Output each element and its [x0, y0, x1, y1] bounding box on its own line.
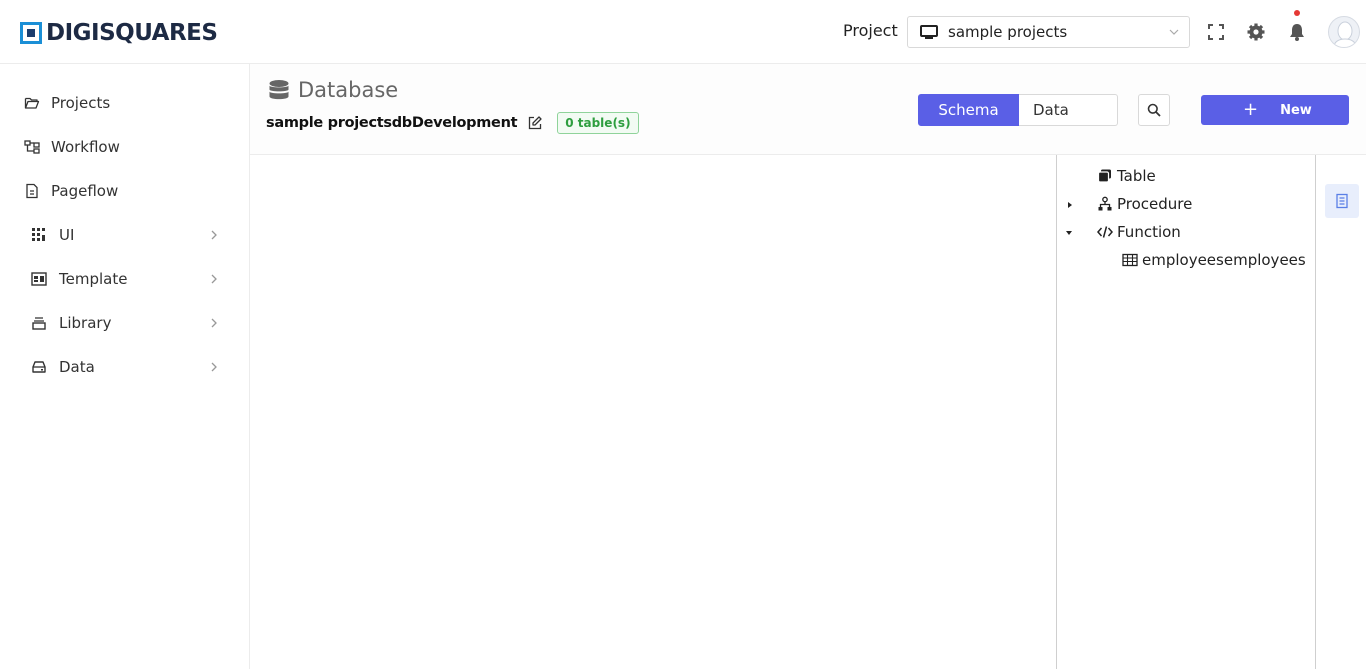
logo-mark-icon — [20, 22, 42, 44]
folder-open-icon — [24, 97, 40, 109]
document-list-icon — [1336, 193, 1348, 209]
tree-node-label: Table — [1117, 167, 1156, 185]
page-icon — [26, 183, 38, 199]
gear-icon[interactable] — [1246, 22, 1266, 42]
search-button[interactable] — [1138, 94, 1170, 126]
workflow-icon — [24, 140, 40, 154]
database-header: Database sample projectsdbDevelopment 0 … — [250, 64, 1366, 155]
caret-right-icon[interactable] — [1066, 201, 1074, 209]
page-title: Database — [268, 78, 398, 102]
top-header: DIGISQUARES Project sample projects — [0, 0, 1366, 64]
drive-icon — [32, 361, 46, 373]
notification-dot — [1294, 10, 1300, 16]
tree-node-table[interactable]: Table — [1097, 164, 1156, 188]
database-name: sample projectsdbDevelopment — [266, 115, 518, 131]
monitor-icon — [920, 25, 938, 39]
sidebar-item-label: Pageflow — [51, 182, 119, 200]
bell-icon[interactable] — [1287, 22, 1307, 42]
sidebar-item-workflow[interactable]: Workflow — [0, 129, 249, 165]
new-button[interactable]: + New — [1201, 95, 1349, 125]
sidebar-item-label: Template — [59, 270, 128, 288]
sidebar: Projects Workflow Pageflow UI Template L… — [0, 64, 250, 669]
user-silhouette-icon — [1332, 21, 1358, 47]
database-icon — [269, 80, 289, 100]
database-subtitle: sample projectsdbDevelopment 0 table(s) — [266, 112, 639, 134]
page-title-text: Database — [298, 78, 399, 102]
code-icon — [1097, 226, 1113, 238]
sitemap-icon — [1098, 196, 1112, 211]
tree-node-label: Function — [1117, 223, 1181, 241]
chevron-right-icon — [211, 274, 217, 284]
sidebar-item-label: UI — [59, 226, 75, 244]
edit-icon[interactable] — [527, 115, 543, 131]
search-icon — [1147, 103, 1161, 117]
chevron-down-icon — [1169, 29, 1179, 35]
caret-down-icon[interactable] — [1065, 229, 1073, 237]
chevron-right-icon — [211, 318, 217, 328]
tree-node-function[interactable]: Function — [1097, 220, 1181, 244]
view-toggle: Schema Data — [918, 94, 1118, 126]
new-button-label: New — [1280, 102, 1312, 118]
tree-node-procedure[interactable]: Procedure — [1097, 192, 1192, 216]
fullscreen-icon[interactable] — [1206, 22, 1226, 42]
chevron-right-icon — [211, 230, 217, 240]
template-icon — [31, 272, 47, 286]
library-icon — [32, 317, 46, 330]
plus-icon: + — [1243, 99, 1259, 120]
project-select[interactable]: sample projects — [907, 16, 1190, 48]
table-stack-icon — [1097, 169, 1111, 183]
sidebar-item-label: Data — [59, 358, 95, 376]
schema-tree-panel: Table Procedure Function employeesemploy… — [1056, 155, 1316, 669]
sidebar-item-data[interactable]: Data — [0, 349, 249, 385]
sidebar-item-pageflow[interactable]: Pageflow — [0, 173, 249, 209]
project-label: Project — [843, 21, 898, 40]
table-count-badge: 0 table(s) — [557, 112, 639, 134]
tab-data[interactable]: Data — [1019, 94, 1118, 126]
sidebar-item-library[interactable]: Library — [0, 305, 249, 341]
brand-logo[interactable]: DIGISQUARES — [20, 20, 218, 46]
chevron-right-icon — [211, 362, 217, 372]
project-select-value: sample projects — [948, 23, 1068, 41]
tree-node-employeesemployees[interactable]: employeesemployees — [1122, 248, 1306, 272]
properties-panel-toggle[interactable] — [1325, 184, 1359, 218]
table-grid-icon — [1122, 253, 1138, 267]
sidebar-item-label: Library — [59, 314, 112, 332]
avatar[interactable] — [1328, 16, 1360, 48]
tab-schema[interactable]: Schema — [918, 94, 1019, 126]
sidebar-item-projects[interactable]: Projects — [0, 85, 249, 121]
tree-node-label: Procedure — [1117, 195, 1193, 213]
sidebar-item-template[interactable]: Template — [0, 261, 249, 297]
brand-name: DIGISQUARES — [46, 20, 218, 46]
sidebar-item-label: Workflow — [51, 138, 120, 156]
sidebar-item-ui[interactable]: UI — [0, 217, 249, 253]
grid-icon — [32, 228, 45, 241]
tree-node-label: employeesemployees — [1142, 251, 1306, 269]
sidebar-item-label: Projects — [51, 94, 111, 112]
